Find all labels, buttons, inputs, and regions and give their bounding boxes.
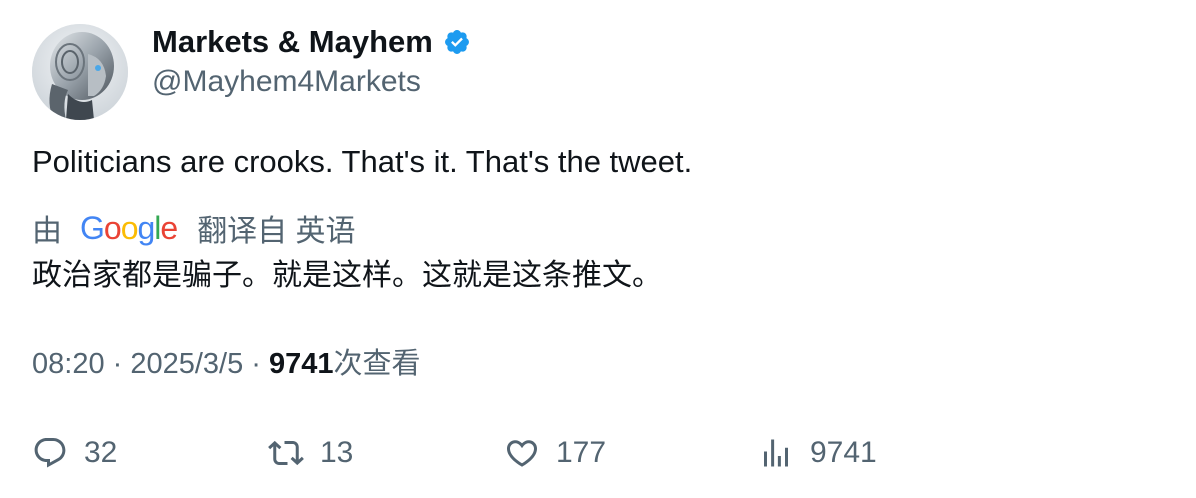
meta-separator: ·	[104, 348, 131, 380]
google-logo-letter: e	[160, 210, 178, 246]
retweet-count: 13	[320, 436, 354, 469]
author-display-name[interactable]: Markets & Mayhem	[152, 20, 433, 64]
tweet-actions-bar: 32 13 177 9741	[0, 428, 1196, 478]
author-name-row: Markets & Mayhem	[152, 20, 471, 64]
verified-badge-icon	[443, 28, 471, 56]
views-label: 次查看	[333, 348, 421, 380]
reply-icon	[34, 438, 66, 468]
meta-separator: ·	[243, 348, 270, 380]
translation-attribution: 由 Google 翻译自 英语	[32, 206, 356, 250]
author-handle[interactable]: @Mayhem4Markets	[152, 62, 421, 102]
author-avatar[interactable]	[32, 24, 128, 120]
views-count: 9741	[269, 348, 334, 380]
robot-avatar-icon	[32, 24, 128, 120]
like-count: 177	[556, 436, 607, 469]
google-logo[interactable]: Google	[80, 206, 178, 250]
views-action-count: 9741	[810, 436, 877, 469]
translated-tweet-text: 政治家都是骗子。就是这样。这就是这条推文。	[32, 259, 662, 292]
like-button[interactable]: 177	[504, 428, 606, 478]
translated-from-label: 翻译自 英语	[197, 215, 356, 248]
tweet-time[interactable]: 08:20	[32, 348, 105, 380]
google-logo-letter: o	[120, 210, 139, 246]
reply-button[interactable]: 32	[32, 428, 117, 478]
tweet-meta: 08:20 · 2025/3/5 · 9741次查看	[32, 342, 421, 386]
tweet: Markets & Mayhem @Mayhem4Markets Politic…	[0, 0, 1196, 498]
tweet-text: Politicians are crooks. That's it. That'…	[32, 144, 693, 179]
google-logo-letter: o	[103, 210, 122, 246]
google-logo-letter: g	[137, 210, 155, 246]
google-logo-letter: G	[80, 210, 105, 246]
heart-icon	[506, 440, 538, 467]
views-button[interactable]: 9741	[758, 428, 877, 478]
tweet-date[interactable]: 2025/3/5	[130, 348, 243, 380]
translation-by-label: 由	[32, 215, 62, 248]
reply-count: 32	[84, 436, 118, 469]
analytics-icon	[764, 439, 788, 467]
retweet-icon	[268, 440, 304, 466]
retweet-button[interactable]: 13	[268, 428, 353, 478]
